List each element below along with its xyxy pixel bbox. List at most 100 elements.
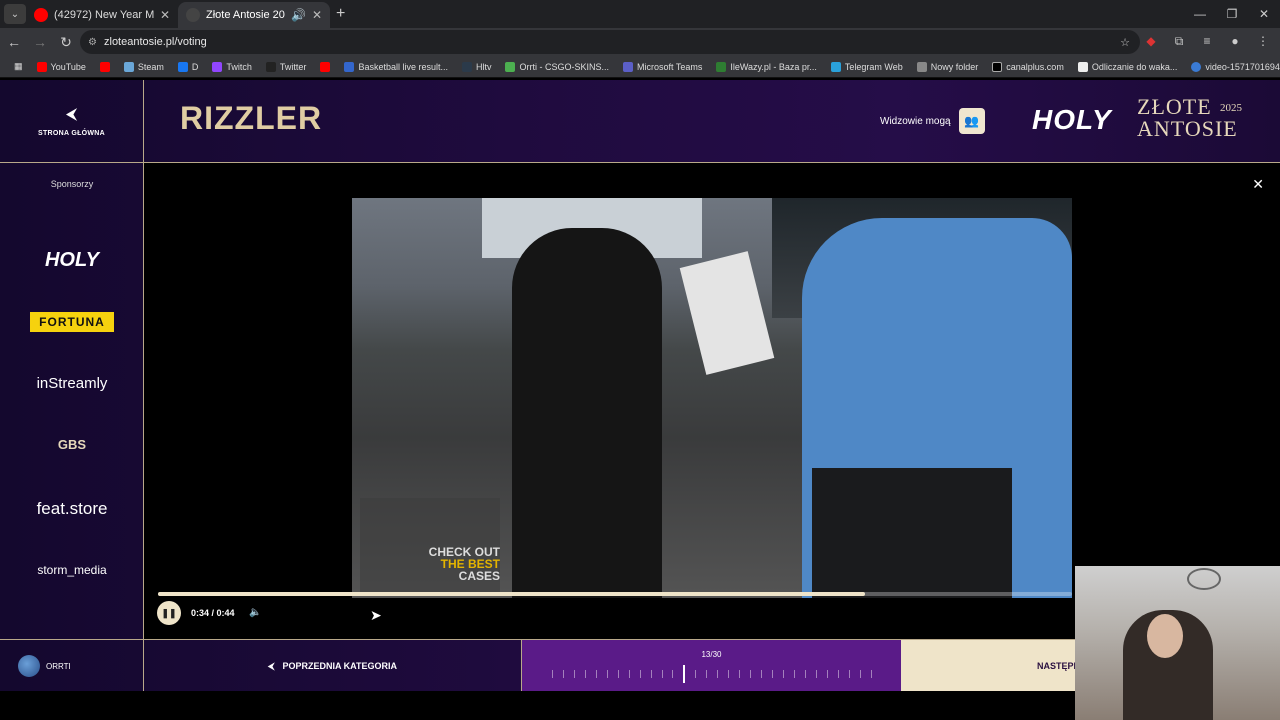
arrow-left-icon: ⮜ — [268, 660, 275, 671]
bookmark-hltv[interactable]: Hltv — [456, 61, 498, 72]
bookmark-star-icon[interactable]: ☆ — [1120, 36, 1130, 49]
extensions-puzzle-icon[interactable]: ⧉ — [1170, 32, 1188, 50]
home-button[interactable]: ⮜ STRONA GŁÓWNA — [0, 80, 144, 163]
category-tick — [695, 670, 697, 678]
bookmark-label: YouTube — [50, 61, 86, 72]
bookmark-twitter[interactable]: Twitter — [260, 61, 313, 72]
promo-line-3: CASES — [458, 569, 500, 583]
new-tab-icon[interactable]: + — [336, 5, 345, 23]
tab-title: (42972) New Year Mix 2026 | Th — [54, 9, 154, 21]
page-icon — [1077, 61, 1088, 72]
bookmark-folder[interactable]: Nowy folder — [911, 61, 985, 72]
minimize-icon[interactable]: — — [1184, 0, 1216, 28]
next-category-label: NASTĘPN — [1037, 661, 1081, 671]
video-progress-fill — [158, 592, 865, 596]
site-info-icon[interactable]: ⚙ — [88, 37, 97, 48]
wall-clock — [1187, 568, 1221, 590]
youtube-icon — [36, 61, 47, 72]
below-viewport — [0, 691, 1075, 720]
x-icon — [265, 61, 276, 72]
category-tick — [793, 670, 795, 678]
bookmark-youtube-2[interactable] — [94, 61, 116, 72]
tab-search-dropdown[interactable]: ⌄ — [4, 4, 26, 24]
category-tick — [573, 670, 575, 678]
window-controls: — ❐ ✕ — [1184, 0, 1280, 28]
category-tick — [772, 670, 774, 678]
tab-zlote-antosie[interactable]: Złote Antosie 2025 - Najwię 🔊 ✕ — [178, 2, 330, 28]
facebook-icon — [177, 61, 188, 72]
category-tick — [870, 670, 872, 678]
steam-icon — [123, 61, 134, 72]
folder-icon — [916, 61, 927, 72]
close-modal-icon[interactable]: ✕ — [1252, 176, 1264, 193]
close-tab-icon[interactable]: ✕ — [160, 8, 170, 22]
sponsor-gbs[interactable]: GBS — [0, 437, 144, 452]
category-tick — [728, 670, 730, 678]
logo-year: 2025 — [1220, 102, 1242, 114]
forward-icon[interactable]: → — [28, 34, 52, 50]
sponsor-holy[interactable]: HOLY — [0, 249, 144, 272]
sponsor-storm-media[interactable]: storm_media — [0, 563, 144, 577]
category-tick — [783, 670, 785, 678]
bookmark-telegram[interactable]: Telegram Web — [825, 61, 909, 72]
bookmark-orrti[interactable]: Orrti - CSGO-SKINS... — [499, 61, 615, 72]
user-profile[interactable]: ORRTI — [0, 640, 144, 691]
bookmark-teams[interactable]: Microsoft Teams — [617, 61, 708, 72]
bookmark-youtube[interactable]: YouTube — [31, 61, 92, 72]
back-icon[interactable]: ← — [2, 34, 26, 50]
media-control-icon[interactable]: ≡ — [1198, 32, 1216, 50]
bookmark-steam[interactable]: Steam — [118, 61, 170, 72]
restore-icon[interactable]: ❐ — [1216, 0, 1248, 28]
site-favicon-icon — [186, 8, 200, 22]
viewers-can-vote[interactable]: Widzowie mogą 👥 — [880, 108, 985, 134]
sponsor-featstore[interactable]: feat.store — [0, 499, 144, 519]
tab-youtube[interactable]: (42972) New Year Mix 2026 | Th ✕ — [26, 2, 178, 28]
page-header: ⮜ STRONA GŁÓWNA RIZZLER Widzowie mogą 👥 … — [0, 80, 1280, 163]
category-tick — [739, 670, 741, 678]
bookmark-video[interactable]: video-1571701694 — [1185, 61, 1280, 72]
bookmark-basketball[interactable]: Basketball live result... — [338, 61, 454, 72]
holy-logo: HOLY — [1032, 104, 1112, 135]
video-frame[interactable]: CHECK OUT THE BEST CASES — [352, 198, 1072, 598]
tab-title: Złote Antosie 2025 - Najwię — [206, 9, 285, 21]
category-ticks — [552, 665, 872, 683]
profile-avatar-icon[interactable]: ● — [1226, 32, 1244, 50]
reload-icon[interactable]: ↻ — [54, 34, 78, 51]
category-tick-current — [683, 665, 686, 683]
category-progress: 13/30 — [522, 640, 901, 691]
toolbar-extensions: ◆ ⧉ ≡ ● ⋮ — [1142, 32, 1272, 50]
menu-icon[interactable]: ⋮ — [1254, 32, 1272, 50]
previous-category-button[interactable]: ⮜ POPRZEDNIA KATEGORIA — [144, 640, 522, 691]
close-window-icon[interactable]: ✕ — [1248, 0, 1280, 28]
category-tick — [606, 670, 608, 678]
apps-grid-icon[interactable]: ▦ — [8, 61, 29, 72]
bookmark-ilewazy[interactable]: IleWazy.pl - Baza pr... — [710, 61, 823, 72]
arrow-left-icon: ⮜ — [65, 106, 78, 123]
category-tick — [804, 670, 806, 678]
video-time: 0:34 / 0:44 — [191, 608, 235, 618]
mouse-cursor-icon: ➤ — [370, 607, 382, 623]
bookmark-d[interactable]: D — [172, 61, 205, 72]
sponsors-title: Sponsorzy — [50, 179, 94, 189]
bookmark-label: Steam — [137, 61, 164, 72]
bookmark-odliczanie[interactable]: Odliczanie do waka... — [1072, 61, 1184, 72]
video-pants — [812, 468, 1012, 598]
sponsor-fortuna[interactable]: FORTUNA — [30, 312, 114, 332]
category-tick — [848, 670, 850, 678]
bookmark-youtube-3[interactable] — [314, 61, 336, 72]
bookmarks-bar: ▦ YouTube Steam D Twitch Twitter Basketb… — [0, 56, 1280, 78]
bookmark-label: Orrti - CSGO-SKINS... — [519, 61, 609, 72]
volume-icon[interactable]: 🔈 — [249, 607, 261, 618]
twitch-icon — [212, 61, 223, 72]
speaker-icon[interactable]: 🔊 — [291, 8, 306, 22]
address-bar[interactable]: ⚙ zloteantosie.pl/voting ☆ — [80, 30, 1140, 54]
bookmark-twitch[interactable]: Twitch — [206, 61, 258, 72]
sponsor-instreamly[interactable]: inStreamly — [0, 375, 144, 392]
bookmark-canalplus[interactable]: canalplus.com — [986, 61, 1070, 72]
pause-button[interactable]: ❚❚ — [157, 601, 181, 625]
video-progress-bar[interactable] — [158, 592, 1072, 596]
category-tick — [761, 670, 763, 678]
close-tab-icon[interactable]: ✕ — [312, 8, 322, 22]
extension-icon[interactable]: ◆ — [1142, 32, 1160, 50]
youtube-icon — [99, 61, 110, 72]
